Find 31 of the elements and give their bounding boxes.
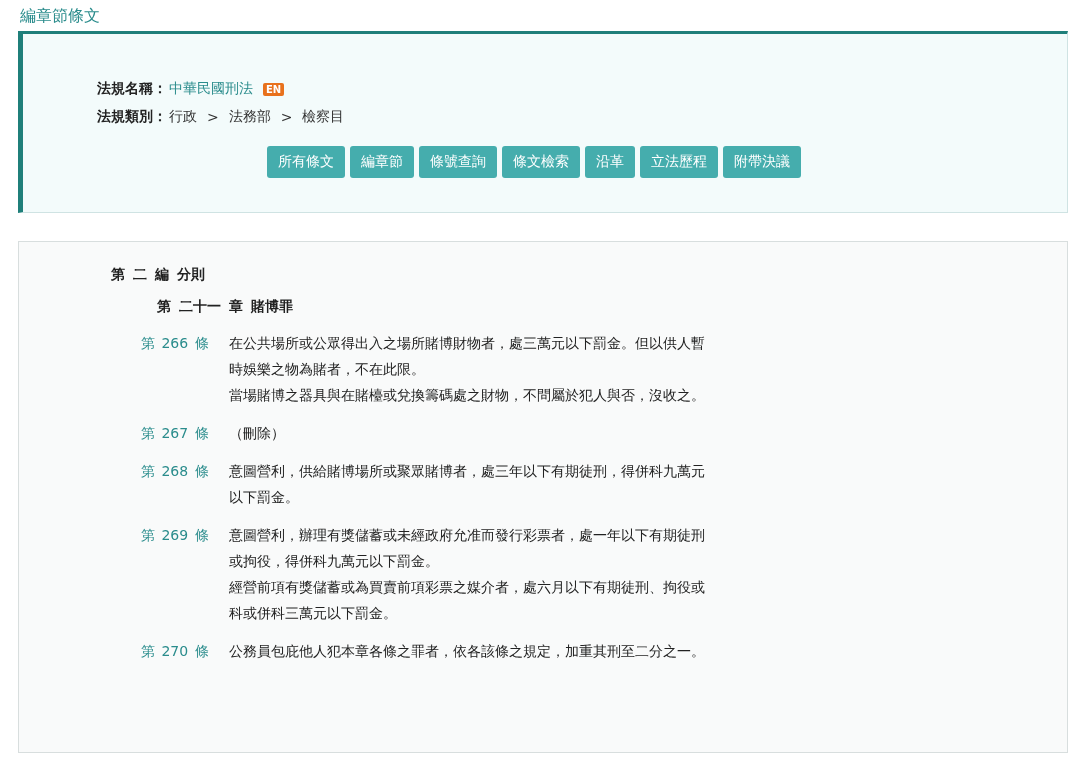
nav-button[interactable]: 條號查詢: [419, 146, 497, 178]
nav-button[interactable]: 沿革: [585, 146, 635, 178]
english-badge[interactable]: EN: [263, 82, 285, 96]
article-paragraph: 在公共場所或公眾得出入之場所賭博財物者，處三萬元以下罰金。但以供人暫時娛樂之物為賭者，不在此限。: [229, 334, 706, 379]
nav-button[interactable]: 附帶決議: [723, 146, 801, 178]
nav-button[interactable]: 條文檢索: [502, 146, 580, 178]
article-number-link[interactable]: 第 269 條: [141, 522, 229, 626]
law-name-label: 法規名稱：: [97, 80, 167, 98]
article-paragraph: 公務員包庇他人犯本章各條之罪者，依各該條之規定，加重其刑至二分之一。: [229, 642, 706, 661]
chapter-heading: 第 二十一 章 賭博罪: [157, 298, 294, 316]
nav-button[interactable]: 編章節: [350, 146, 414, 178]
category-item: 行政: [169, 108, 197, 126]
article-number-link[interactable]: 第 266 條: [141, 330, 229, 408]
article-paragraph: 意圖營利，辦理有獎儲蓄或未經政府允准而發行彩票者，處一年以下有期徒刑或拘役，得併科九萬元以下罰金。: [229, 526, 706, 571]
article-paragraph: 意圖營利，供給賭博場所或聚眾賭博者，處三年以下有期徒刑，得併科九萬元以下罰金。: [229, 462, 706, 507]
article-paragraph: 當場賭博之器具與在賭檯或兌換籌碼處之財物，不問屬於犯人與否，沒收之。: [229, 386, 706, 405]
breadcrumb-separator: >: [207, 109, 219, 125]
article-number-link[interactable]: 第 270 條: [141, 638, 229, 664]
law-name: 中華民國刑法: [169, 80, 253, 98]
article-paragraph: 經營前項有獎儲蓄或為買賣前項彩票之媒介者，處六月以下有期徒刑、拘役或科或併科三萬元以下罰金。: [229, 578, 706, 623]
nav-button[interactable]: 立法歷程: [640, 146, 718, 178]
nav-button[interactable]: 所有條文: [267, 146, 345, 178]
part-heading: 第 二 編 分則: [111, 266, 206, 284]
law-category-label: 法規類別：: [97, 108, 167, 126]
article-number-link[interactable]: 第 268 條: [141, 458, 229, 510]
breadcrumb-separator: >: [280, 109, 293, 125]
article-paragraph: （刪除）: [229, 424, 286, 443]
category-item: 檢察目: [302, 108, 345, 126]
category-item: 法務部: [228, 108, 271, 126]
article-number-link[interactable]: 第 267 條: [141, 420, 229, 446]
page-title: 編章節條文: [19, 6, 101, 27]
